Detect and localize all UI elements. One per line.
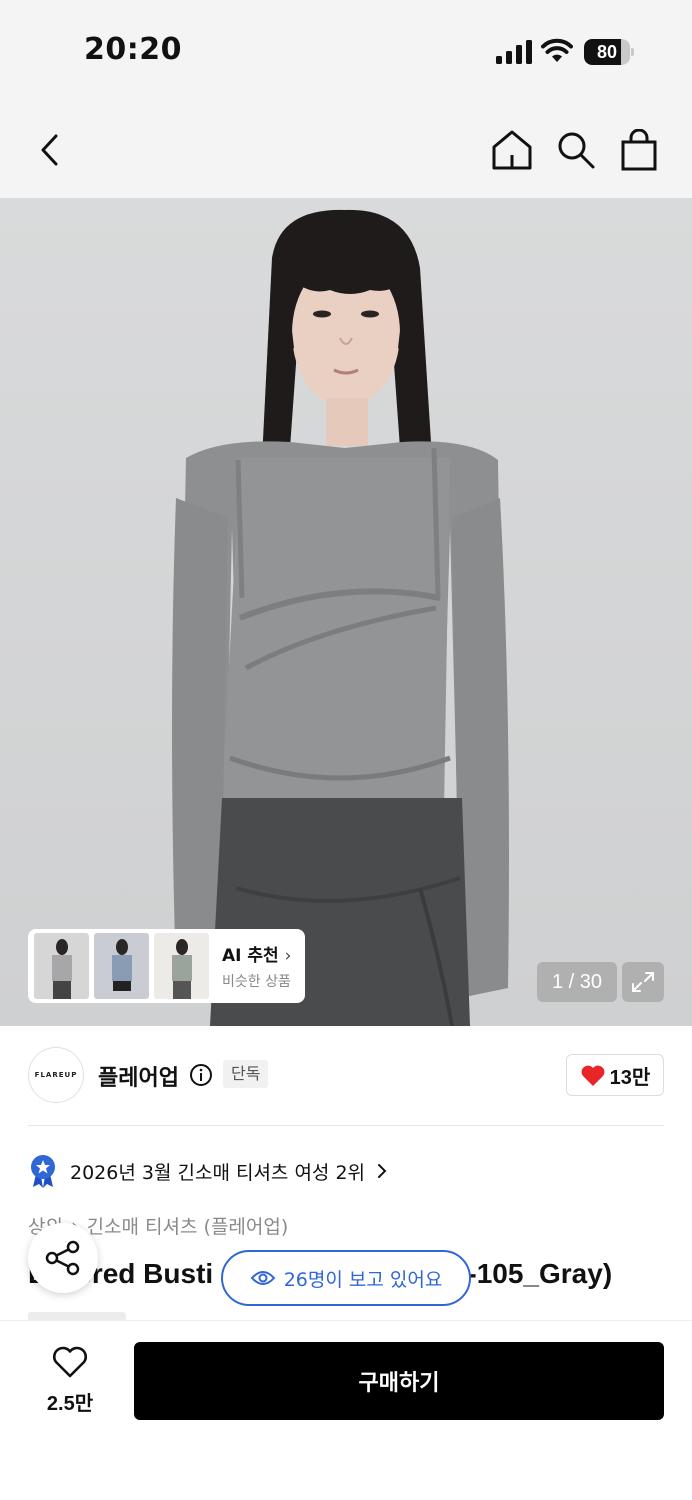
status-time: 20:20 bbox=[84, 32, 182, 67]
battery-level: 80 bbox=[596, 42, 618, 62]
home-icon[interactable] bbox=[490, 129, 534, 171]
product-image-gallery[interactable]: AI 추천 › 비슷한 상품 1 / 30 bbox=[0, 198, 692, 1026]
breadcrumb-subcategory[interactable]: 긴소매 티셔츠 (플레어업) bbox=[87, 1212, 289, 1239]
ranking-medal-icon bbox=[31, 1155, 55, 1188]
share-button[interactable] bbox=[28, 1223, 98, 1293]
heart-filled-icon bbox=[581, 1065, 605, 1086]
viewers-pill: 26명이 보고 있어요 bbox=[221, 1250, 471, 1306]
bottom-action-bar: 2.5만 구매하기 bbox=[0, 1320, 692, 1500]
cellular-signal-icon bbox=[496, 40, 532, 64]
brand-like-count: 13만 bbox=[609, 1066, 651, 1089]
eye-icon bbox=[250, 1271, 276, 1285]
info-icon[interactable] bbox=[189, 1063, 213, 1087]
chevron-right-icon bbox=[378, 1164, 387, 1178]
ranking-text: 2026년 3월 긴소매 티셔츠 여성 2위 bbox=[70, 1161, 366, 1184]
divider bbox=[28, 1125, 664, 1126]
status-bar: 20:20 80 bbox=[0, 0, 692, 100]
ai-recommendation-card[interactable]: AI 추천 › 비슷한 상품 bbox=[28, 929, 305, 1003]
ai-card-title: AI 추천 › bbox=[222, 946, 292, 966]
brand-name[interactable]: 플레어업 bbox=[98, 1060, 179, 1092]
brand-row: FLAREUP 플레어업 단독 13만 bbox=[0, 1026, 692, 1126]
top-nav bbox=[0, 100, 692, 198]
ai-card-subtitle: 비슷한 상품 bbox=[222, 974, 291, 990]
recommendation-thumbnail[interactable] bbox=[34, 933, 89, 999]
wishlist-button[interactable]: 2.5만 bbox=[38, 1345, 102, 1415]
product-photo bbox=[0, 198, 692, 1026]
battery-icon: 80 bbox=[584, 39, 634, 65]
viewers-text: 26명이 보고 있어요 bbox=[283, 1268, 443, 1291]
expand-icon[interactable] bbox=[622, 962, 664, 1002]
chevron-left-icon[interactable] bbox=[34, 130, 66, 170]
chevron-right-icon: › bbox=[284, 946, 292, 966]
brand-like-button[interactable]: 13만 bbox=[566, 1054, 664, 1096]
wishlist-count: 2.5만 bbox=[46, 1393, 94, 1415]
ranking-link[interactable]: 2026년 3월 긴소매 티셔츠 여성 2위 bbox=[28, 1154, 389, 1188]
buy-button[interactable]: 구매하기 bbox=[134, 1342, 664, 1420]
exclusive-badge: 단독 bbox=[223, 1060, 269, 1088]
wifi-icon bbox=[541, 38, 573, 62]
product-tag bbox=[28, 1312, 126, 1320]
heart-outline-icon bbox=[53, 1346, 87, 1378]
search-icon[interactable] bbox=[556, 130, 596, 170]
brand-logo[interactable]: FLAREUP bbox=[28, 1047, 84, 1103]
recommendation-thumbnail[interactable] bbox=[94, 933, 149, 999]
recommendation-thumbnail[interactable] bbox=[154, 933, 209, 999]
share-icon bbox=[45, 1240, 80, 1276]
shopping-bag-icon[interactable] bbox=[620, 129, 658, 171]
image-counter: 1 / 30 bbox=[537, 962, 617, 1002]
